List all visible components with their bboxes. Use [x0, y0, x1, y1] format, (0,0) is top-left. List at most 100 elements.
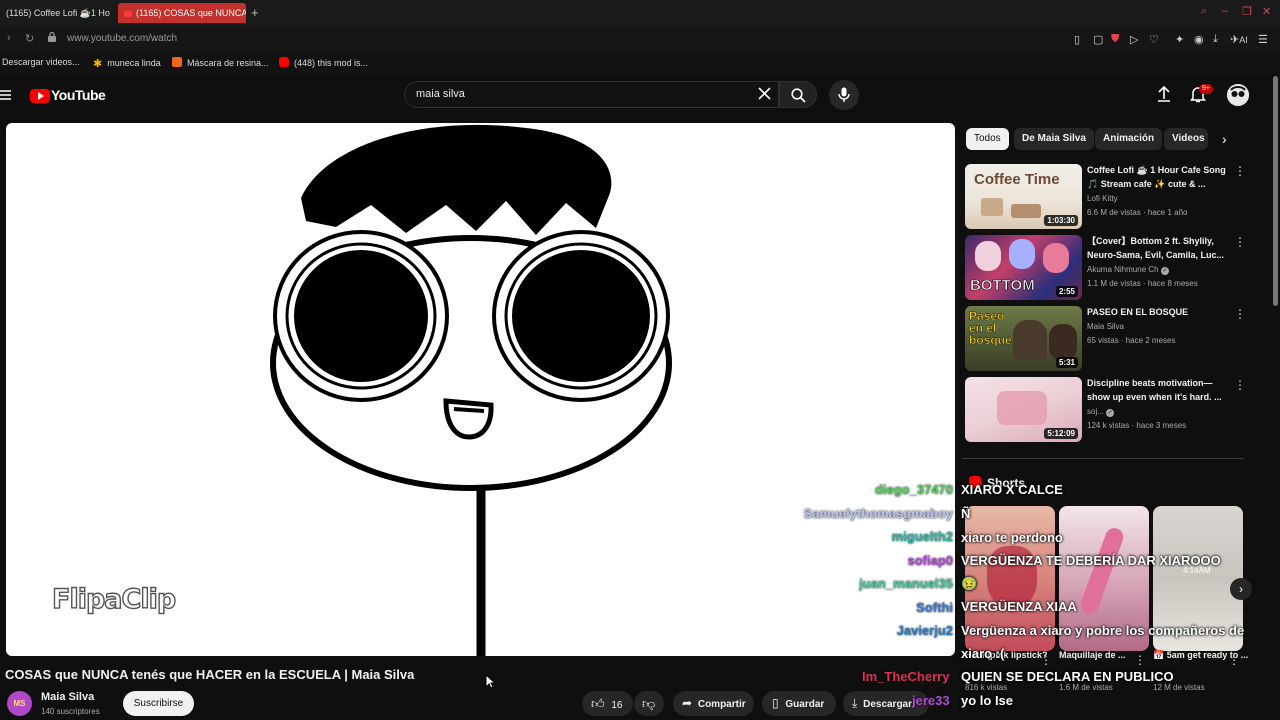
- walmart-spark-icon: ✱: [93, 58, 103, 70]
- thumbnail-art: [975, 241, 1001, 271]
- short-title[interactable]: Maquillaje de ...: [1059, 650, 1126, 660]
- recommended-channel[interactable]: Maia Silva: [1087, 322, 1124, 331]
- search-button[interactable]: [779, 81, 817, 108]
- recommended-video-title[interactable]: Coffee Lofi ☕ 1 Hour Cafe Song 🎵 Stream …: [1087, 163, 1230, 191]
- bookmark-label: (448) this mod is...: [294, 58, 369, 68]
- search-icon: [791, 88, 806, 103]
- chat-message: QUIEN SE DECLARA EN PUBLICO: [961, 669, 1174, 684]
- chat-message: yo lo Ise: [961, 693, 1014, 708]
- bookmark-icon: ▯: [772, 696, 779, 710]
- chip-videos[interactable]: Videos: [1164, 128, 1208, 150]
- recommended-channel[interactable]: Lofi Kitty: [1087, 194, 1118, 203]
- lock-icon[interactable]: [47, 31, 57, 46]
- video-thumbnail[interactable]: Paseo en el bosque 5:31: [965, 306, 1082, 371]
- video-thumbnail[interactable]: Coffee Time 1:03:30: [965, 164, 1082, 229]
- new-tab-button[interactable]: +: [251, 5, 259, 20]
- screenshot-icon[interactable]: ▢: [1093, 33, 1103, 46]
- short-views: 1.6 M de vistas: [1059, 683, 1113, 692]
- youtube-logo-icon[interactable]: [30, 89, 50, 103]
- like-button[interactable]: 👍︎ 16: [582, 691, 633, 716]
- more-options-icon[interactable]: ⋮: [1234, 379, 1246, 391]
- more-options-icon[interactable]: ⋮: [1134, 654, 1146, 666]
- channel-avatar[interactable]: MS: [7, 691, 32, 716]
- reload-icon[interactable]: ↻: [25, 32, 34, 45]
- minimize-icon[interactable]: –: [1222, 5, 1228, 17]
- thumbnail-art: [1011, 204, 1041, 218]
- bookmark-item[interactable]: Máscara de resina...: [172, 57, 269, 68]
- chips-next-icon[interactable]: ›: [1222, 131, 1227, 147]
- extensions-icon[interactable]: ✦: [1175, 33, 1184, 46]
- divider: [962, 458, 1244, 459]
- bookmark-item[interactable]: Descargar videos...: [2, 57, 80, 67]
- animated-character-drawing: [270, 124, 672, 656]
- video-duration: 5:12:09: [1044, 428, 1078, 439]
- profile-icon[interactable]: ◉: [1194, 33, 1204, 46]
- etsy-icon: [172, 57, 182, 67]
- download-icon[interactable]: ⤓: [1213, 33, 1218, 46]
- close-window-icon[interactable]: ✕: [1262, 5, 1271, 18]
- voice-search-button[interactable]: [829, 80, 859, 110]
- shorts-next-icon[interactable]: ›: [1230, 578, 1252, 600]
- page-scrollbar[interactable]: [1273, 76, 1278, 306]
- recommended-video-title[interactable]: 【Cover】Bottom 2 ft. Shylily, Neuro-Sama,…: [1087, 234, 1230, 262]
- short-views: 12 M de vistas: [1153, 683, 1205, 692]
- more-options-icon[interactable]: ⋮: [1234, 165, 1246, 177]
- maximize-icon[interactable]: ❐: [1242, 5, 1252, 18]
- video-player[interactable]: [6, 123, 955, 656]
- chip-de-maia-silva[interactable]: De Maia Silva: [1014, 128, 1094, 150]
- upload-icon[interactable]: [1157, 85, 1171, 107]
- subscribe-button[interactable]: Suscribirse: [123, 691, 194, 716]
- video-thumbnail[interactable]: 5:12:09: [965, 377, 1082, 442]
- address-bar-row: › ↻ www.youtube.com/watch ▯ ▢ ⛊ ▷ ♡ ✦ ◉ …: [0, 26, 1280, 52]
- search-tabs-icon[interactable]: ⌕: [1201, 5, 1207, 18]
- thumbnail-art: [1009, 239, 1035, 269]
- thumbnail-text: Coffee Time: [974, 171, 1060, 188]
- more-options-icon[interactable]: ⋮: [1234, 308, 1246, 320]
- save-button[interactable]: ▯ Guardar: [762, 691, 836, 716]
- chip-todos[interactable]: Todos: [966, 128, 1009, 150]
- more-options-icon[interactable]: ⋮: [1234, 236, 1246, 248]
- bookmark-icon[interactable]: ▯: [1074, 33, 1080, 46]
- channel-name[interactable]: Maia Silva: [41, 691, 94, 703]
- more-options-icon[interactable]: ⋮: [1228, 654, 1240, 666]
- flipaclip-watermark: FlipaClip: [51, 583, 177, 615]
- recommended-video-title[interactable]: Discipline beats motivation— show up eve…: [1087, 376, 1230, 404]
- thumbnail-text: Paseo en el bosque: [969, 309, 1012, 347]
- bookmark-item[interactable]: (448) this mod is...: [279, 57, 368, 68]
- microphone-icon: [838, 87, 850, 102]
- chat-message: Ñ: [961, 506, 971, 521]
- channel-label: Akuma Nihmune Ch: [1087, 265, 1159, 274]
- more-options-icon[interactable]: ⋮: [1040, 654, 1052, 666]
- play-icon[interactable]: ▷: [1130, 33, 1138, 46]
- search-input-value[interactable]: maia silva: [416, 88, 465, 100]
- clear-search-icon[interactable]: [758, 87, 771, 105]
- chip-animacion[interactable]: Animación: [1095, 128, 1163, 150]
- youtube-favicon-icon: [124, 10, 132, 17]
- heart-icon[interactable]: ♡: [1149, 33, 1159, 46]
- chat-username: jere33: [912, 693, 950, 708]
- browser-tab-active[interactable]: (1165) COSAS que NUNCA: [118, 3, 246, 23]
- account-avatar[interactable]: [1227, 84, 1249, 106]
- recommended-channel[interactable]: Akuma Nihmune Ch ✓: [1087, 265, 1169, 275]
- channel-label: soj...: [1087, 407, 1104, 416]
- ai-icon[interactable]: ✈AI: [1230, 33, 1248, 46]
- hamburger-menu-icon[interactable]: [0, 88, 12, 106]
- video-duration: 5:31: [1055, 357, 1078, 368]
- back-icon[interactable]: ›: [7, 32, 11, 44]
- verified-icon: ✓: [1160, 267, 1169, 275]
- share-button[interactable]: ➦ Compartir: [673, 691, 754, 716]
- youtube-logo-text[interactable]: YouTube: [51, 87, 106, 103]
- url-field[interactable]: www.youtube.com/watch: [67, 33, 177, 44]
- dislike-button[interactable]: 👎︎: [634, 691, 664, 716]
- shield-icon[interactable]: ⛊: [1111, 33, 1119, 46]
- bookmark-item[interactable]: ✱ muneca linda: [93, 57, 161, 70]
- notification-count-badge: 9+: [1199, 84, 1213, 94]
- browser-tab-coffee-lofi[interactable]: (1165) Coffee Lofi ☕1 Ho: [2, 3, 114, 23]
- chat-username: Softhi: [916, 600, 953, 615]
- video-duration: 2:55: [1055, 286, 1078, 297]
- recommended-channel[interactable]: soj... ✓: [1087, 407, 1115, 417]
- video-thumbnail[interactable]: BOTTOM 2:55: [965, 235, 1082, 300]
- menu-icon[interactable]: ☰: [1258, 33, 1268, 46]
- recommended-video-title[interactable]: PASEO EN EL BOSQUE: [1087, 305, 1230, 319]
- recommended-meta: 124 k vistas · hace 3 meses: [1087, 421, 1187, 430]
